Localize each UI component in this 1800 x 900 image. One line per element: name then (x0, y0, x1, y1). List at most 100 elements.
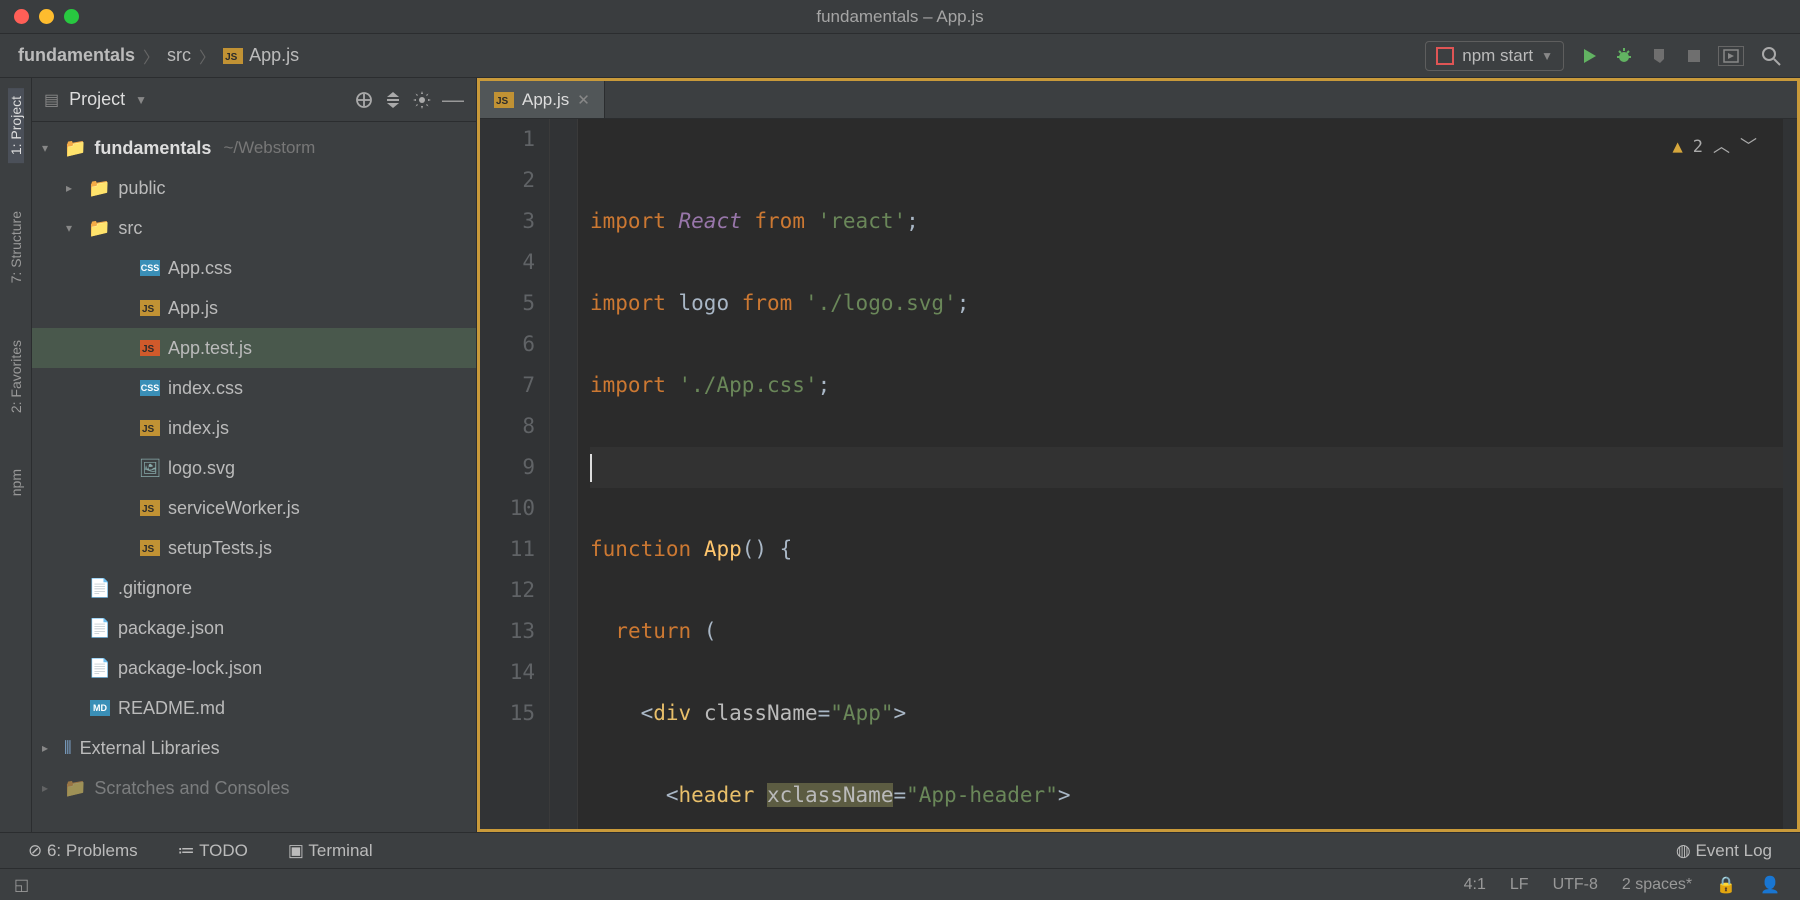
tool-window-problems[interactable]: ⊘ 6: Problems (28, 841, 138, 861)
search-everywhere-button[interactable] (1760, 45, 1782, 67)
tree-label: serviceWorker.js (168, 498, 300, 519)
tree-file-setup-tests[interactable]: JS setupTests.js (32, 528, 476, 568)
readonly-lock-icon[interactable]: 🔒 (1716, 875, 1736, 895)
tool-window-todo[interactable]: ≔ TODO (178, 841, 248, 861)
external-libraries-icon: ⫴ (64, 738, 72, 759)
tool-window-terminal[interactable]: ▣ Terminal (288, 841, 373, 861)
tree-file-app-js[interactable]: JS App.js (32, 288, 476, 328)
tree-folder-public[interactable]: ▸ 📁 public (32, 168, 476, 208)
status-line-ending[interactable]: LF (1510, 876, 1529, 894)
tree-label: App.test.js (168, 338, 252, 359)
code-line[interactable]: <header xclassName="App-header"> (590, 775, 1783, 816)
code-line[interactable]: import React from 'react'; (590, 201, 1783, 242)
maximize-window-button[interactable] (64, 9, 79, 24)
chevron-up-icon[interactable]: ︿ (1713, 127, 1730, 168)
run-configuration-dropdown[interactable]: npm start ▼ (1425, 41, 1564, 71)
tool-window-project[interactable]: 1: Project (8, 88, 24, 163)
code-line[interactable]: <div className="App"> (590, 693, 1783, 734)
tree-file-app-test-js[interactable]: JS App.test.js (32, 328, 476, 368)
tool-window-favorites[interactable]: 2: Favorites (8, 332, 24, 421)
line-number[interactable]: 14 (480, 652, 535, 693)
tree-folder-src[interactable]: ▾ 📁 src (32, 208, 476, 248)
settings-icon[interactable] (412, 90, 432, 110)
close-tab-icon[interactable]: ✕ (577, 91, 590, 109)
coverage-button[interactable] (1650, 46, 1670, 66)
warning-count: 2 (1693, 127, 1703, 168)
tree-file-service-worker[interactable]: JS serviceWorker.js (32, 488, 476, 528)
tool-window-structure[interactable]: 7: Structure (8, 203, 24, 291)
tree-file-app-css[interactable]: CSS App.css (32, 248, 476, 288)
line-number[interactable]: 15 (480, 693, 535, 734)
error-stripe[interactable] (1783, 119, 1797, 829)
chevron-down-icon[interactable]: ▾ (66, 221, 80, 235)
breadcrumb[interactable]: fundamentals 〉 src 〉 JS App.js (18, 44, 299, 68)
tree-root[interactable]: ▾ 📁 fundamentals ~/Webstorm (32, 128, 476, 168)
line-number[interactable]: 10 (480, 488, 535, 529)
line-number[interactable]: 9 (480, 447, 535, 488)
bottom-tool-bar: ⊘ 6: Problems ≔ TODO ▣ Terminal ◍ Event … (0, 832, 1800, 868)
tree-file-index-css[interactable]: CSS index.css (32, 368, 476, 408)
tree-file-package-lock[interactable]: 📄 package-lock.json (32, 648, 476, 688)
js-file-icon: JS (223, 48, 243, 64)
editor-tab-app-js[interactable]: JS App.js ✕ (480, 81, 605, 118)
status-encoding[interactable]: UTF-8 (1553, 876, 1598, 894)
hide-panel-icon[interactable]: — (442, 87, 464, 113)
inspection-indicator[interactable]: ▲ 2 ︿ ﹀ (1673, 127, 1758, 168)
fold-gutter[interactable] (550, 119, 578, 829)
line-number[interactable]: 13 (480, 611, 535, 652)
breadcrumb-root[interactable]: fundamentals (18, 45, 135, 66)
chevron-down-icon[interactable]: ▾ (42, 141, 56, 155)
chevron-right-icon[interactable]: ▸ (66, 181, 80, 195)
code-line[interactable]: import logo from './logo.svg'; (590, 283, 1783, 324)
tool-window-npm[interactable]: npm (8, 461, 24, 504)
chevron-down-icon[interactable]: ﹀ (1740, 127, 1757, 168)
line-number[interactable]: 12 (480, 570, 535, 611)
tree-external-libraries[interactable]: ▸ ⫴ External Libraries (32, 728, 476, 768)
line-number[interactable]: 5 (480, 283, 535, 324)
code-content[interactable]: ▲ 2 ︿ ﹀ import React from 'react'; impor… (578, 119, 1783, 829)
line-number-gutter[interactable]: 1 2 3 4 5 6 7 8 9 10 11 12 13 14 15 (480, 119, 550, 829)
line-number[interactable]: 4 (480, 242, 535, 283)
status-indent[interactable]: 2 spaces* (1622, 876, 1692, 894)
project-panel-title[interactable]: Project (69, 89, 125, 110)
editor-body[interactable]: 1 2 3 4 5 6 7 8 9 10 11 12 13 14 15 ▲ (480, 119, 1797, 829)
code-line[interactable]: import './App.css'; (590, 365, 1783, 406)
debug-button[interactable] (1614, 46, 1634, 66)
run-button[interactable] (1580, 47, 1598, 65)
minimize-window-button[interactable] (39, 9, 54, 24)
tree-file-readme[interactable]: MD README.md (32, 688, 476, 728)
tree-file-logo-svg[interactable]: 🖼 logo.svg (32, 448, 476, 488)
folder-icon: 📁 (88, 178, 110, 199)
tree-file-package-json[interactable]: 📄 package.json (32, 608, 476, 648)
stop-button[interactable] (1686, 48, 1702, 64)
line-number[interactable]: 3 (480, 201, 535, 242)
tree-scratches[interactable]: ▸ 📁 Scratches and Consoles (32, 768, 476, 808)
ide-status-icon[interactable]: 👤 (1760, 875, 1780, 895)
chevron-right-icon[interactable]: ▸ (42, 781, 56, 795)
expand-all-icon[interactable] (384, 91, 402, 109)
line-number[interactable]: 7 (480, 365, 535, 406)
main-area: 1: Project 7: Structure 2: Favorites npm… (0, 78, 1800, 832)
tool-windows-toggle-icon[interactable]: ◱ (14, 875, 29, 895)
tree-file-index-js[interactable]: JS index.js (32, 408, 476, 448)
select-opened-file-icon[interactable] (354, 90, 374, 110)
line-number[interactable]: 2 (480, 160, 535, 201)
chevron-down-icon[interactable]: ▼ (135, 93, 147, 107)
tree-label: src (118, 218, 142, 239)
code-line[interactable] (590, 447, 1783, 488)
line-number[interactable]: 1 (480, 119, 535, 160)
chevron-right-icon[interactable]: ▸ (42, 741, 56, 755)
project-tree[interactable]: ▾ 📁 fundamentals ~/Webstorm ▸ 📁 public ▾… (32, 122, 476, 832)
line-number[interactable]: 8 (480, 406, 535, 447)
run-target-button[interactable] (1718, 46, 1744, 66)
tool-window-event-log[interactable]: ◍ Event Log (1676, 841, 1772, 861)
status-cursor-position[interactable]: 4:1 (1464, 876, 1486, 894)
code-line[interactable]: return ( (590, 611, 1783, 652)
line-number[interactable]: 11 (480, 529, 535, 570)
breadcrumb-file[interactable]: App.js (249, 45, 299, 66)
breadcrumb-mid[interactable]: src (167, 45, 191, 66)
line-number[interactable]: 6 (480, 324, 535, 365)
code-line[interactable]: function App() { (590, 529, 1783, 570)
tree-file-gitignore[interactable]: 📄 .gitignore (32, 568, 476, 608)
close-window-button[interactable] (14, 9, 29, 24)
